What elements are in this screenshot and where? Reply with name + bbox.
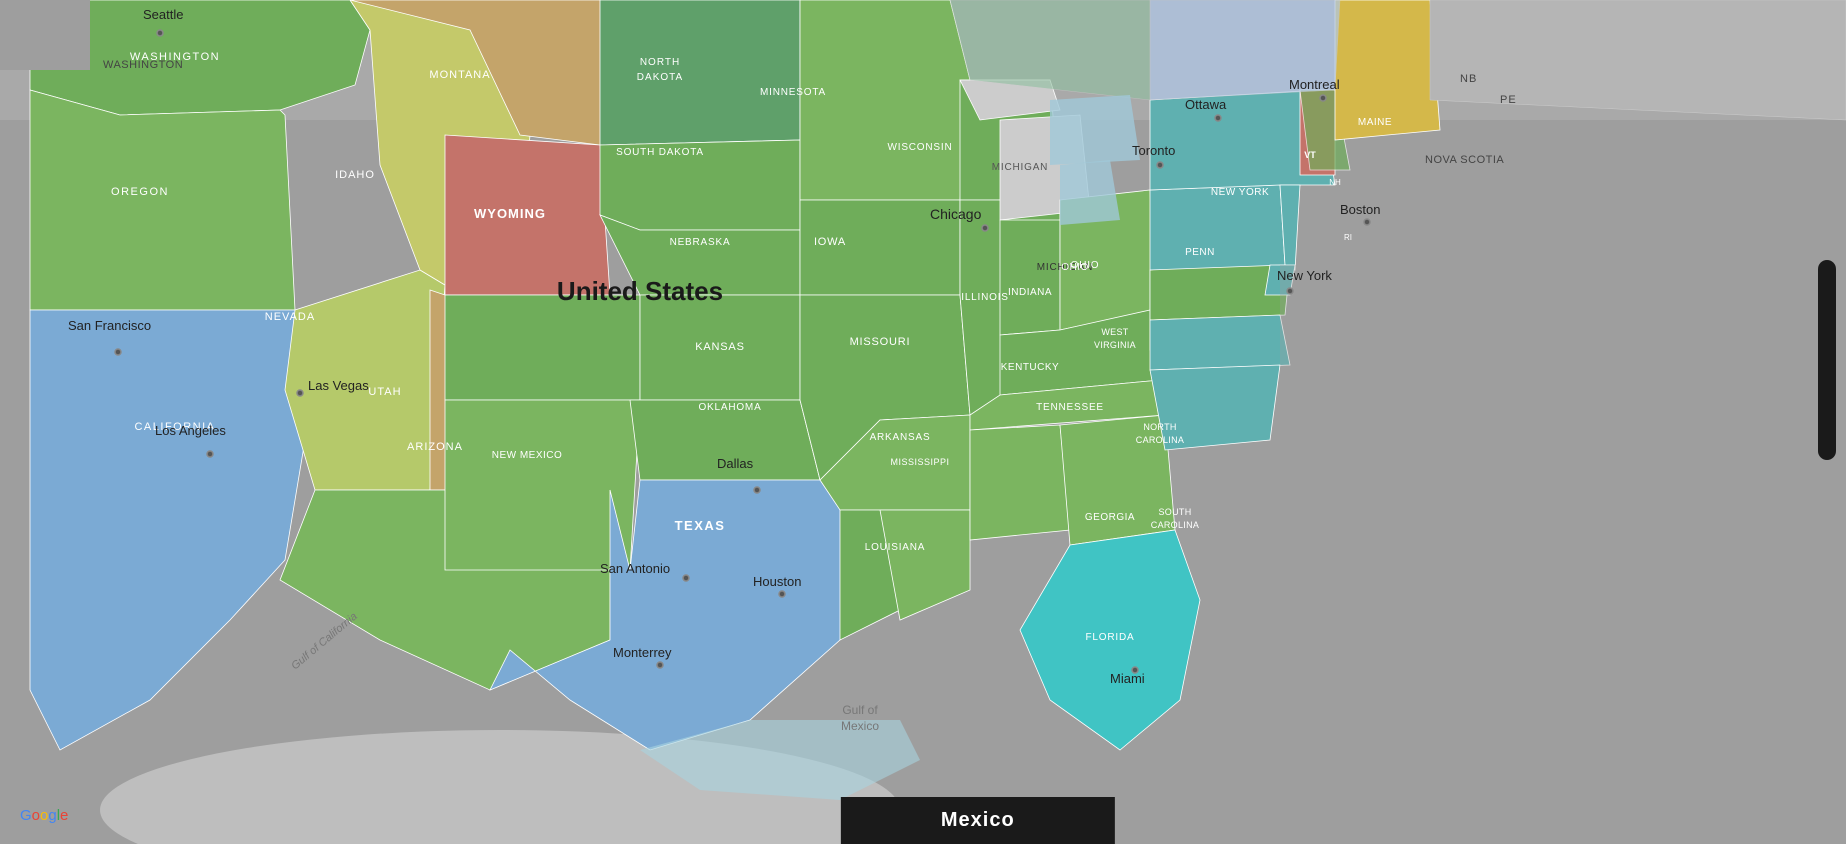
svg-text:Boston: Boston bbox=[1340, 202, 1380, 217]
svg-text:NORTH: NORTH bbox=[1143, 422, 1176, 432]
svg-text:Montreal: Montreal bbox=[1289, 77, 1340, 92]
svg-text:San Antonio: San Antonio bbox=[600, 561, 670, 576]
svg-text:TENNESSEE: TENNESSEE bbox=[1036, 402, 1104, 413]
svg-text:Los Angeles: Los Angeles bbox=[155, 423, 226, 438]
svg-text:Las Vegas: Las Vegas bbox=[308, 378, 369, 393]
svg-text:WYOMING: WYOMING bbox=[474, 206, 546, 221]
svg-text:Toronto: Toronto bbox=[1132, 143, 1175, 158]
google-logo: Google bbox=[20, 807, 68, 824]
svg-text:Gulf of: Gulf of bbox=[842, 703, 878, 717]
country-label: United States bbox=[557, 276, 723, 306]
svg-text:WISCONSIN: WISCONSIN bbox=[888, 142, 953, 153]
svg-text:PENN: PENN bbox=[1185, 247, 1215, 258]
svg-text:Mexico: Mexico bbox=[841, 719, 879, 733]
svg-text:ARIZONA: ARIZONA bbox=[407, 441, 463, 453]
svg-text:CAROLINA: CAROLINA bbox=[1136, 435, 1184, 445]
map-svg: WASHINGTON OREGON CALIFORNIA NEVADA IDAH… bbox=[0, 0, 1846, 844]
svg-text:OHIO: OHIO bbox=[1071, 260, 1100, 271]
svg-text:LOUISIANA: LOUISIANA bbox=[865, 542, 926, 553]
svg-text:NEW MEXICO: NEW MEXICO bbox=[492, 450, 563, 461]
svg-text:NH: NH bbox=[1329, 178, 1341, 187]
map-container: WASHINGTON OREGON CALIFORNIA NEVADA IDAH… bbox=[0, 0, 1846, 844]
svg-text:PE: PE bbox=[1500, 94, 1517, 106]
svg-text:Seattle: Seattle bbox=[143, 7, 183, 22]
svg-text:RI: RI bbox=[1344, 233, 1352, 242]
svg-text:FLORIDA: FLORIDA bbox=[1086, 632, 1135, 643]
svg-text:CAROLINA: CAROLINA bbox=[1151, 520, 1199, 530]
svg-text:UTAH: UTAH bbox=[368, 386, 401, 398]
svg-text:MISSOURI: MISSOURI bbox=[850, 336, 911, 348]
svg-text:WASHINGTON: WASHINGTON bbox=[103, 59, 183, 71]
svg-text:VIRGINIA: VIRGINIA bbox=[1094, 340, 1136, 350]
svg-text:Houston: Houston bbox=[753, 574, 801, 589]
svg-text:TEXAS: TEXAS bbox=[675, 518, 726, 533]
svg-text:SOUTH DAKOTA: SOUTH DAKOTA bbox=[616, 147, 704, 158]
svg-text:ILLINOIS: ILLINOIS bbox=[961, 292, 1009, 303]
svg-text:KANSAS: KANSAS bbox=[695, 341, 744, 353]
svg-text:SOUTH: SOUTH bbox=[1159, 507, 1192, 517]
svg-text:NB: NB bbox=[1460, 73, 1477, 85]
svg-text:IDAHO: IDAHO bbox=[335, 169, 375, 181]
svg-text:KENTUCKY: KENTUCKY bbox=[1001, 362, 1059, 373]
svg-text:NOVA SCOTIA: NOVA SCOTIA bbox=[1425, 154, 1504, 166]
scrollbar-handle[interactable] bbox=[1818, 260, 1836, 460]
svg-text:INDIANA: INDIANA bbox=[1008, 287, 1052, 298]
svg-text:IOWA: IOWA bbox=[814, 236, 846, 248]
svg-text:VT: VT bbox=[1304, 150, 1316, 160]
svg-text:MICHIGAN: MICHIGAN bbox=[992, 162, 1048, 173]
mexico-label: Mexico bbox=[841, 797, 1115, 844]
svg-text:NEW YORK: NEW YORK bbox=[1211, 187, 1269, 198]
svg-text:MINNESOTA: MINNESOTA bbox=[760, 87, 826, 98]
svg-text:New York: New York bbox=[1277, 268, 1332, 283]
svg-text:Gulf of California: Gulf of California bbox=[289, 610, 359, 672]
svg-text:ARKANSAS: ARKANSAS bbox=[870, 432, 931, 443]
svg-text:San Francisco: San Francisco bbox=[68, 318, 151, 333]
svg-text:OREGON: OREGON bbox=[111, 186, 169, 198]
svg-text:OKLAHOMA: OKLAHOMA bbox=[698, 402, 761, 413]
svg-text:DAKOTA: DAKOTA bbox=[637, 72, 683, 83]
svg-text:MAINE: MAINE bbox=[1358, 117, 1392, 128]
svg-text:Chicago: Chicago bbox=[930, 206, 982, 222]
svg-text:WEST: WEST bbox=[1101, 327, 1128, 337]
svg-text:MONTANA: MONTANA bbox=[429, 69, 490, 81]
svg-text:Dallas: Dallas bbox=[717, 456, 754, 471]
svg-text:Monterrey: Monterrey bbox=[613, 645, 672, 660]
svg-text:NEVADA: NEVADA bbox=[265, 311, 315, 323]
svg-text:MISSISSIPPI: MISSISSIPPI bbox=[890, 457, 949, 467]
svg-text:Ottawa: Ottawa bbox=[1185, 97, 1227, 112]
svg-text:Miami: Miami bbox=[1110, 671, 1145, 686]
svg-text:GEORGIA: GEORGIA bbox=[1085, 512, 1135, 523]
svg-text:NEBRASKA: NEBRASKA bbox=[670, 237, 731, 248]
svg-text:NORTH: NORTH bbox=[640, 57, 680, 68]
